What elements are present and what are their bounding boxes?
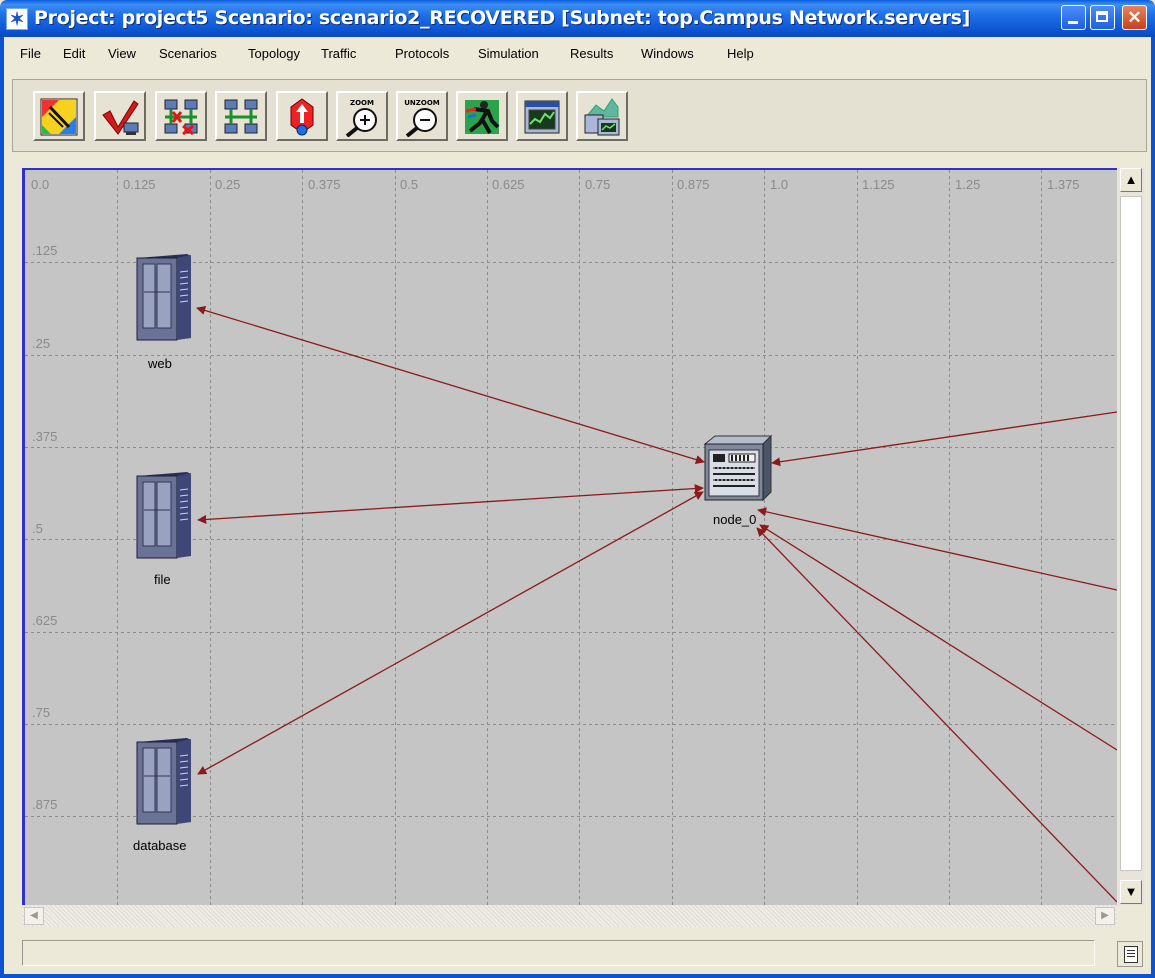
vertical-scrollbar[interactable]: ▲ ▼ (1117, 168, 1145, 905)
arrow-down-icon: ▼ (1124, 884, 1138, 899)
unzoom-button[interactable]: UNZOOM (396, 91, 448, 141)
node-label-database: database (133, 838, 187, 853)
menu-traffic[interactable]: Traffic (321, 46, 356, 61)
switch-node-node0[interactable] (701, 434, 773, 504)
title-bar: ✶ Project: project5 Scenario: scenario2_… (0, 0, 1155, 37)
parent-subnet-icon (290, 98, 314, 136)
window-frame-left (0, 67, 4, 978)
node-label-file: file (154, 572, 171, 587)
menu-bar: File Edit View Scenarios Topology Traffi… (0, 37, 1155, 67)
server-node-database[interactable] (133, 736, 195, 830)
message-log-icon (1124, 946, 1138, 963)
check-links-icon (102, 100, 139, 135)
menu-file[interactable]: File (20, 46, 41, 61)
window-frame-right (1151, 67, 1155, 978)
graphs-icon (584, 98, 620, 136)
palette-icon (40, 98, 78, 136)
menu-windows[interactable]: Windows (641, 46, 694, 61)
horizontal-scrollbar[interactable]: ◀ ▶ (22, 905, 1117, 927)
close-button[interactable]: ✕ (1122, 5, 1147, 30)
window-title: Project: project5 Scenario: scenario2_RE… (34, 7, 971, 29)
arrow-up-icon: ▲ (1124, 172, 1138, 187)
menu-topology[interactable]: Topology (248, 46, 300, 61)
recover-link-button[interactable] (215, 91, 267, 141)
scroll-left-button[interactable]: ◀ (24, 907, 44, 925)
network-workspace[interactable]: 0.0 0.125 0.25 0.375 0.5 0.625 0.75 0.87… (22, 168, 1117, 905)
opnet-star-icon[interactable]: ✶ (6, 8, 28, 30)
link-node0-offscreen[interactable] (756, 527, 1117, 903)
vertical-scroll-thumb[interactable] (1120, 196, 1142, 871)
menu-scenarios[interactable]: Scenarios (159, 46, 217, 61)
zoom-button[interactable]: ZOOM (336, 91, 388, 141)
link-web-node0[interactable] (196, 306, 705, 464)
link-node0-offscreen[interactable] (757, 507, 1117, 591)
recover-link-icon (224, 99, 258, 134)
server-node-web[interactable] (133, 252, 195, 346)
status-message-field (22, 940, 1095, 966)
menu-protocols[interactable]: Protocols (395, 46, 449, 61)
zoom-out-icon: UNZOOM (404, 99, 440, 137)
window-frame-bottom (0, 974, 1155, 978)
link-database-node0[interactable] (197, 491, 704, 775)
scroll-right-button[interactable]: ▶ (1095, 907, 1115, 925)
view-results-icon (524, 100, 560, 134)
arrow-left-icon: ◀ (30, 910, 38, 921)
arrow-right-icon: ▶ (1101, 910, 1109, 921)
fail-link-icon (164, 99, 198, 136)
maximize-button[interactable] (1090, 5, 1115, 30)
menu-view[interactable]: View (108, 46, 136, 61)
object-palette-button[interactable] (33, 91, 85, 141)
zoom-in-icon: ZOOM (345, 99, 377, 137)
menu-edit[interactable]: Edit (63, 46, 85, 61)
menu-simulation[interactable]: Simulation (478, 46, 539, 61)
configure-run-simulation-button[interactable] (456, 91, 508, 141)
scroll-up-button[interactable]: ▲ (1120, 168, 1142, 192)
minimize-button[interactable] (1061, 5, 1086, 30)
scroll-down-button[interactable]: ▼ (1120, 880, 1142, 904)
svg-text:ZOOM: ZOOM (350, 99, 374, 107)
view-results-button[interactable] (516, 91, 568, 141)
link-file-node0[interactable] (197, 483, 704, 525)
minimize-icon (1068, 21, 1078, 24)
go-to-parent-subnet-button[interactable] (276, 91, 328, 141)
check-links-button[interactable] (94, 91, 146, 141)
run-simulation-icon (465, 100, 500, 134)
hide-show-graphs-button[interactable] (576, 91, 628, 141)
fail-link-button[interactable] (155, 91, 207, 141)
link-node0-offscreen[interactable] (771, 411, 1117, 467)
maximize-icon (1096, 11, 1108, 22)
server-node-file[interactable] (133, 470, 195, 564)
menu-results[interactable]: Results (570, 46, 613, 61)
svg-text:UNZOOM: UNZOOM (404, 99, 440, 107)
message-log-button[interactable] (1117, 941, 1143, 967)
close-icon: ✕ (1127, 8, 1142, 27)
menu-help[interactable]: Help (727, 46, 754, 61)
node-label-web: web (148, 356, 172, 371)
node-label-node0: node_0 (713, 512, 757, 527)
